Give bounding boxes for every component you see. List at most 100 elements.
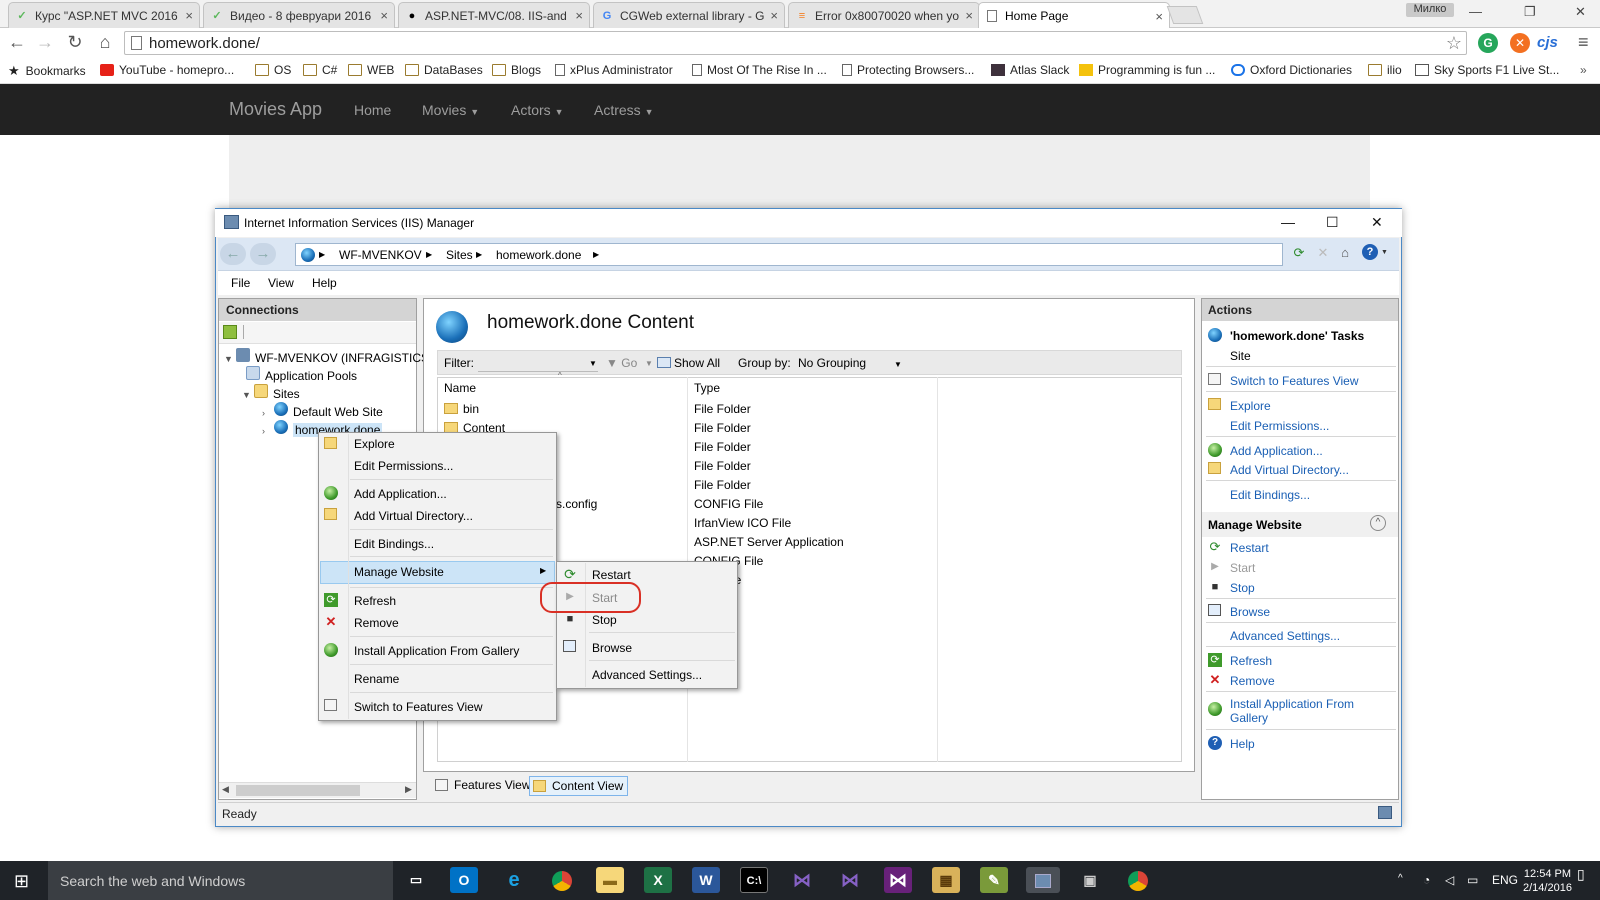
bookmark-item[interactable]: Most Of The Rise In ... xyxy=(692,63,827,77)
bookmark-item[interactable]: WEB xyxy=(348,63,394,77)
bookmark-item[interactable]: Programming is fun ... xyxy=(1079,63,1215,77)
word-icon[interactable]: W xyxy=(692,867,720,893)
help-icon[interactable]: ? xyxy=(1362,244,1378,260)
restore-icon[interactable]: ❐ xyxy=(1524,4,1536,20)
menu-view[interactable]: View xyxy=(268,276,294,290)
bookmark-item[interactable]: YouTube - homepro... xyxy=(100,63,234,77)
visual-studio-icon[interactable]: ⋈ xyxy=(884,867,912,893)
group-by-select[interactable]: No Grouping ▼ xyxy=(798,356,902,370)
submenu-browse[interactable]: Browse xyxy=(592,641,632,655)
close-tab-icon[interactable]: × xyxy=(1155,9,1163,24)
menu-add-virtual-directory[interactable]: Add Virtual Directory... xyxy=(354,509,473,523)
action-start[interactable]: Start xyxy=(1230,561,1255,575)
menu-explore[interactable]: Explore xyxy=(354,437,395,451)
menu-rename[interactable]: Rename xyxy=(354,672,399,686)
action-center-icon[interactable]: ▯ xyxy=(1577,866,1585,883)
tree-app-pools[interactable]: Application Pools xyxy=(246,366,357,383)
visual-studio-icon[interactable]: ⋈ xyxy=(836,867,864,893)
back-icon[interactable]: ← xyxy=(6,32,28,53)
cjs-extension-icon[interactable]: cjs xyxy=(1537,34,1558,51)
close-tab-icon[interactable]: × xyxy=(185,8,193,23)
submenu-stop[interactable]: Stop xyxy=(592,613,617,627)
tab-features-view[interactable]: Features View xyxy=(432,776,534,796)
volume-icon[interactable]: ◁ xyxy=(1445,873,1454,887)
home-icon[interactable]: ⌂ xyxy=(94,32,116,53)
filter-dropdown-icon[interactable]: ▼ xyxy=(589,359,597,368)
address-bar[interactable]: homework.done/ ☆ xyxy=(124,31,1467,55)
file-explorer-icon[interactable]: ▬ xyxy=(596,867,624,893)
action-advanced-settings[interactable]: Advanced Settings... xyxy=(1230,629,1340,643)
clock[interactable]: 12:54 PM 2/14/2016 xyxy=(1523,867,1572,895)
menu-icon[interactable]: ≡ xyxy=(1578,32,1589,53)
iis-manager-taskbar-icon[interactable] xyxy=(1026,867,1060,893)
menu-refresh[interactable]: Refresh xyxy=(354,594,396,608)
chrome-icon[interactable] xyxy=(548,867,576,893)
action-switch-to-features-view[interactable]: Switch to Features View xyxy=(1230,374,1359,388)
bookmark-item[interactable]: Atlas Slack xyxy=(991,63,1069,77)
bookmark-item[interactable]: C# xyxy=(303,63,337,77)
menu-edit-permissions[interactable]: Edit Permissions... xyxy=(354,459,453,473)
visual-studio-icon[interactable]: ⋈ xyxy=(788,867,816,893)
menu-remove[interactable]: Remove xyxy=(354,616,399,630)
browser-tab-active[interactable]: Home Page × xyxy=(978,2,1170,29)
action-help[interactable]: Help xyxy=(1230,737,1255,751)
menu-help[interactable]: Help xyxy=(312,276,337,290)
bookmark-star-icon[interactable]: ☆ xyxy=(1446,33,1462,54)
wifi-icon[interactable]: ◔ xyxy=(1423,873,1430,887)
bookmark-item[interactable]: Protecting Browsers... xyxy=(842,63,974,77)
submenu-advanced-settings[interactable]: Advanced Settings... xyxy=(592,668,702,682)
expand-icon[interactable]: › xyxy=(262,426,274,436)
iis-maximize-icon[interactable]: ☐ xyxy=(1326,214,1339,231)
collapse-icon[interactable]: ▼ xyxy=(242,390,254,400)
menu-switch-to-features-view[interactable]: Switch to Features View xyxy=(354,700,483,714)
close-tab-icon[interactable]: × xyxy=(575,8,583,23)
close-tab-icon[interactable]: × xyxy=(965,8,973,23)
notification-icon[interactable]: ▭ xyxy=(1467,873,1478,887)
forward-icon[interactable]: → xyxy=(34,32,56,53)
connect-icon[interactable] xyxy=(223,325,237,339)
edge-icon[interactable]: e xyxy=(500,867,528,893)
iis-close-icon[interactable]: ✕ xyxy=(1371,214,1383,231)
windows-start-icon[interactable]: ⊞ xyxy=(14,871,29,892)
extension-icon[interactable]: ✕ xyxy=(1510,33,1530,53)
iis-breadcrumb[interactable]: ▶ WF-MVENKOV ▶ Sites ▶ homework.done ▶ xyxy=(295,243,1283,266)
action-edit-bindings[interactable]: Edit Bindings... xyxy=(1230,488,1310,502)
command-prompt-icon[interactable]: C:\ xyxy=(740,867,768,893)
nav-actors[interactable]: Actors ▼ xyxy=(511,102,564,118)
excel-icon[interactable]: X xyxy=(644,867,672,893)
chrome-icon[interactable] xyxy=(1124,867,1152,893)
outlook-icon[interactable]: O xyxy=(450,867,478,893)
bookmark-item[interactable]: Sky Sports F1 Live St... xyxy=(1415,63,1559,77)
menu-add-application[interactable]: Add Application... xyxy=(354,487,447,501)
bookmark-item[interactable]: OS xyxy=(255,63,291,77)
grammarly-icon[interactable]: G xyxy=(1478,33,1498,53)
close-icon[interactable]: ✕ xyxy=(1575,4,1586,20)
reload-icon[interactable]: ↻ xyxy=(64,32,86,53)
column-header-type[interactable]: Type xyxy=(694,381,720,395)
browser-tab[interactable]: G CGWeb external library - G × xyxy=(593,2,785,28)
action-add-application[interactable]: Add Application... xyxy=(1230,444,1323,458)
table-row[interactable]: bin xyxy=(444,402,479,416)
bookmark-item[interactable]: Blogs xyxy=(492,63,541,77)
action-edit-permissions[interactable]: Edit Permissions... xyxy=(1230,419,1329,433)
tree-sites[interactable]: ▼ Sites xyxy=(242,384,300,401)
action-explore[interactable]: Explore xyxy=(1230,399,1271,413)
close-tab-icon[interactable]: × xyxy=(380,8,388,23)
notepad-icon[interactable]: ✎ xyxy=(980,867,1008,893)
action-browse[interactable]: Browse xyxy=(1230,605,1270,619)
tree-default-web-site[interactable]: › Default Web Site xyxy=(262,402,383,419)
collapse-icon[interactable]: ^ xyxy=(1370,515,1386,531)
bookmark-item[interactable]: xPlus Administrator xyxy=(555,63,673,77)
action-add-virtual-directory[interactable]: Add Virtual Directory... xyxy=(1230,463,1349,477)
new-tab-button[interactable] xyxy=(1166,6,1204,24)
menu-install-application-from-gallery[interactable]: Install Application From Gallery xyxy=(354,644,519,658)
stop-icon[interactable]: ✕ xyxy=(1314,244,1332,262)
tray-chevron-icon[interactable]: ^ xyxy=(1398,873,1403,884)
action-restart[interactable]: Restart xyxy=(1230,541,1269,555)
bookmark-item[interactable]: ilio xyxy=(1368,63,1402,77)
tab-content-view[interactable]: Content View xyxy=(529,776,629,796)
menu-manage-website[interactable]: Manage Website xyxy=(354,565,444,579)
taskbar-search[interactable]: Search the web and Windows xyxy=(48,861,393,900)
bookmark-item[interactable]: ★ Bookmarks xyxy=(8,63,86,79)
minimize-icon[interactable]: — xyxy=(1469,4,1482,19)
